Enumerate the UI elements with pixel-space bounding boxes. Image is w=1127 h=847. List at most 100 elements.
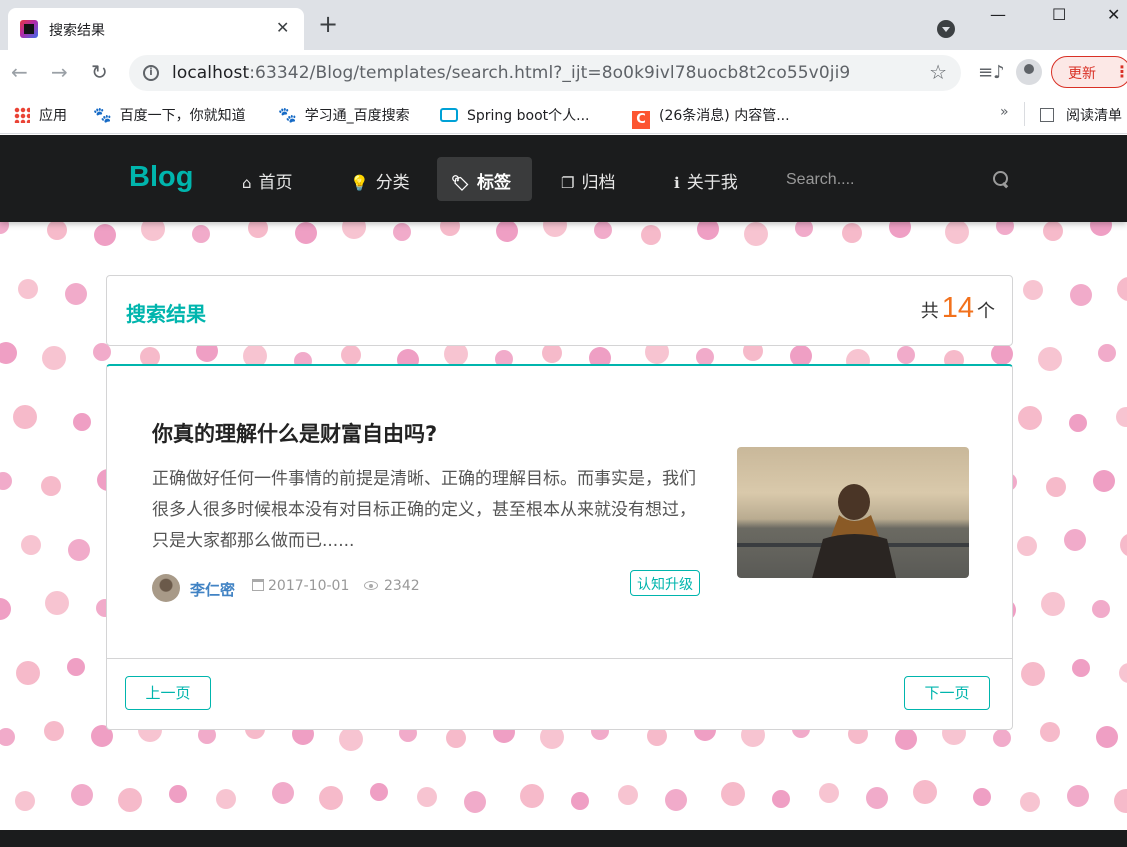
browser-tab[interactable]: 搜索结果 ✕ xyxy=(8,8,304,50)
profile-avatar-icon[interactable] xyxy=(1016,59,1042,85)
background-dot xyxy=(1120,534,1127,556)
tab-close-icon[interactable]: ✕ xyxy=(276,18,289,37)
background-dot xyxy=(1018,406,1042,430)
tab-title: 搜索结果 xyxy=(49,23,105,39)
background-dot xyxy=(73,413,91,431)
background-dot xyxy=(0,728,15,746)
background-dot xyxy=(393,223,411,241)
background-dot xyxy=(272,782,294,804)
back-icon[interactable]: ← xyxy=(11,60,28,84)
footer-strip xyxy=(0,830,1127,847)
bookmark-csdn[interactable]: C (26条消息) 内容管... xyxy=(632,105,790,129)
search-icon[interactable] xyxy=(993,171,1009,187)
background-dot xyxy=(0,342,17,364)
site-search-input[interactable]: Search.... xyxy=(786,171,854,189)
maximize-icon[interactable]: ☐ xyxy=(1052,5,1066,24)
post-meta: 李仁密 2017-10-01 2342 xyxy=(152,574,712,602)
calendar-icon xyxy=(252,579,264,591)
background-dot xyxy=(1119,663,1127,683)
background-dot xyxy=(67,658,85,676)
background-dot xyxy=(721,782,745,806)
bilibili-tv-icon xyxy=(440,108,458,122)
media-playlist-icon[interactable]: ≡♪ xyxy=(978,62,1005,83)
author-name[interactable]: 李仁密 xyxy=(190,579,235,600)
bookmark-xuexitong[interactable]: 🐾 学习通_百度搜索 xyxy=(278,105,410,125)
background-dot xyxy=(0,472,12,490)
background-dot xyxy=(1023,280,1043,300)
background-dot xyxy=(1070,284,1092,306)
forward-icon[interactable]: → xyxy=(51,60,68,84)
background-dot xyxy=(665,789,687,811)
background-dot xyxy=(370,783,388,801)
url-text[interactable]: localhost:63342/Blog/templates/search.ht… xyxy=(172,63,850,83)
window-close-icon[interactable]: ✕ xyxy=(1107,5,1120,24)
background-dot xyxy=(417,787,437,807)
background-dot xyxy=(1092,600,1110,618)
background-dot xyxy=(65,283,87,305)
bookmark-springboot[interactable]: Spring boot个人... xyxy=(440,105,590,125)
nav-home[interactable]: ⌂ 首页 xyxy=(228,157,307,201)
background-dot xyxy=(0,598,11,620)
nav-about[interactable]: ℹ 关于我 xyxy=(660,157,752,201)
csdn-c-icon: C xyxy=(632,111,650,129)
bookmark-star-icon[interactable]: ☆ xyxy=(929,60,947,84)
background-dot xyxy=(45,591,69,615)
background-dot xyxy=(15,791,35,811)
background-dot xyxy=(41,476,61,496)
baidu-paw-icon: 🐾 xyxy=(93,106,112,124)
post-tag[interactable]: 认知升级 xyxy=(630,570,700,596)
reload-icon[interactable]: ↻ xyxy=(91,60,108,84)
background-dot xyxy=(118,788,142,812)
background-dot xyxy=(192,225,210,243)
background-dot xyxy=(1041,592,1065,616)
reading-list-icon xyxy=(1040,108,1054,122)
reading-list[interactable]: 阅读清单 xyxy=(1040,105,1122,125)
bookmark-apps[interactable]: 应用 xyxy=(14,105,67,125)
site-navbar: Blog ⌂ 首页 💡 分类 🏷 标签 ❐ 归档 ℹ 关于我 Search.... xyxy=(0,135,1127,222)
baidu-paw-icon: 🐾 xyxy=(278,106,297,124)
apps-grid-icon xyxy=(14,107,30,123)
search-result-list: 你真的理解什么是财富自由吗? 正确做好任何一件事情的前提是清晰、正确的理解目标。… xyxy=(106,364,1013,730)
nav-archive[interactable]: ❐ 归档 xyxy=(547,157,629,201)
new-tab-icon[interactable]: + xyxy=(318,12,338,36)
next-page-button[interactable]: 下一页 xyxy=(904,676,990,710)
post-date: 2017-10-01 xyxy=(252,578,349,594)
cover-person-figure xyxy=(812,484,897,578)
menu-dots-icon[interactable]: ⋮ xyxy=(1114,62,1127,81)
background-dot xyxy=(339,727,363,751)
post-title[interactable]: 你真的理解什么是财富自由吗? xyxy=(152,418,437,448)
search-results-header: 搜索结果 共 14 个 xyxy=(106,275,1013,346)
background-dot xyxy=(1069,414,1087,432)
background-dot xyxy=(1114,789,1127,813)
nav-tags[interactable]: 🏷 标签 xyxy=(437,157,532,201)
site-brand[interactable]: Blog xyxy=(129,161,193,194)
background-dot xyxy=(68,539,90,561)
background-dot xyxy=(13,405,37,429)
bookmark-baidu[interactable]: 🐾 百度一下，你就知道 xyxy=(93,105,246,125)
post-cover-image[interactable] xyxy=(737,447,969,578)
background-dot xyxy=(866,787,888,809)
background-dot xyxy=(1117,277,1127,301)
bookmarks-more-icon[interactable]: » xyxy=(1000,104,1009,120)
tab-search-icon[interactable] xyxy=(937,20,955,38)
background-dot xyxy=(520,784,544,808)
info-icon: ℹ xyxy=(674,174,680,192)
background-dot xyxy=(842,223,862,243)
background-dot xyxy=(1038,347,1062,371)
background-dot xyxy=(618,785,638,805)
address-bar[interactable]: i localhost:63342/Blog/templates/search.… xyxy=(129,55,961,91)
background-dot xyxy=(1093,470,1115,492)
nav-category[interactable]: 💡 分类 xyxy=(336,157,424,201)
prev-page-button[interactable]: 上一页 xyxy=(125,676,211,710)
bookmarks-divider xyxy=(1024,102,1025,126)
jetbrains-favicon-icon xyxy=(20,20,38,38)
card-divider xyxy=(107,658,1012,659)
background-dot xyxy=(18,279,38,299)
browser-tab-strip: 搜索结果 ✕ + — ☐ ✕ xyxy=(0,0,1127,50)
background-dot xyxy=(47,220,67,240)
background-dot xyxy=(44,721,64,741)
background-dot xyxy=(991,343,1013,365)
minimize-icon[interactable]: — xyxy=(990,5,1006,24)
background-dot xyxy=(1098,344,1116,362)
site-info-icon[interactable]: i xyxy=(143,65,159,81)
